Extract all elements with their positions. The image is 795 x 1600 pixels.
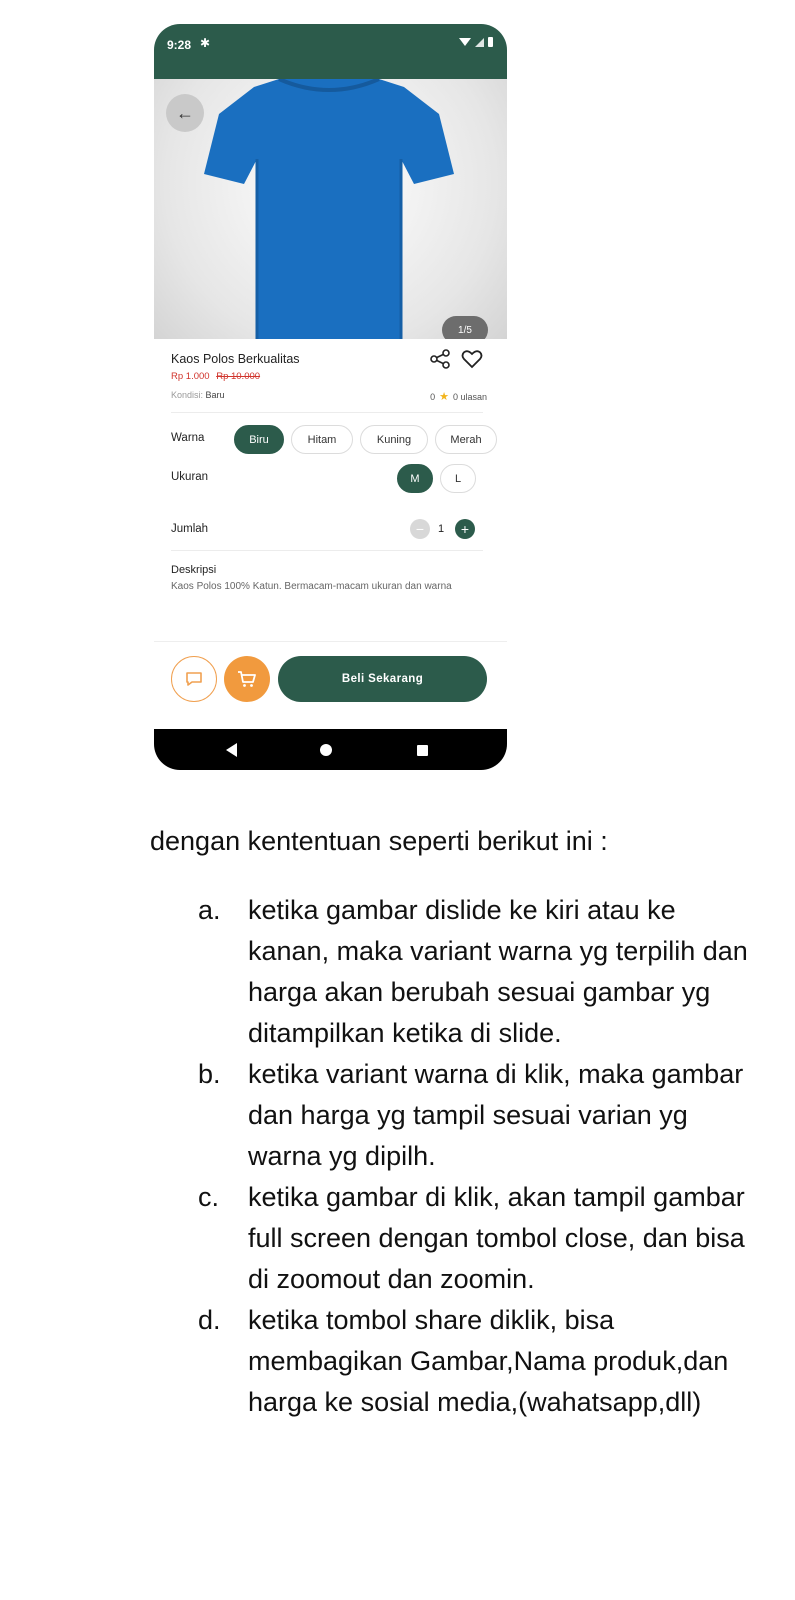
- divider: [171, 550, 483, 551]
- cart-icon: [238, 671, 256, 687]
- star-icon: ★: [439, 391, 449, 403]
- status-bar: 9:28 ✱: [154, 24, 507, 79]
- share-icon[interactable]: [430, 349, 450, 369]
- list-item: a. ketika gambar dislide ke kiri atau ke…: [198, 890, 758, 1054]
- color-chip-hitam[interactable]: Hitam: [291, 425, 353, 454]
- condition-value: Baru: [205, 390, 225, 400]
- status-icons: [459, 37, 493, 47]
- quantity-increase-button[interactable]: +: [455, 519, 475, 539]
- color-chip-biru[interactable]: Biru: [234, 425, 284, 454]
- size-chip-m[interactable]: M: [397, 464, 433, 493]
- list-text: ketika gambar di klik, akan tampil gamba…: [248, 1182, 745, 1294]
- list-marker: a.: [198, 895, 221, 925]
- rating-value: 0: [430, 391, 436, 402]
- phone-screen: 9:28 ✱ ← 1/5 Kaos Polos Berkualitas Rp 1…: [154, 24, 507, 770]
- rating-summary: 0 ★ 0 ulasan: [430, 390, 487, 403]
- list-marker: d.: [198, 1305, 221, 1335]
- nav-home-icon[interactable]: [320, 744, 332, 756]
- buy-now-button[interactable]: Beli Sekarang: [278, 656, 487, 702]
- signal-icon: [475, 37, 484, 47]
- size-chip-l[interactable]: L: [440, 464, 476, 493]
- color-chip-kuning[interactable]: Kuning: [360, 425, 428, 454]
- condition-label: Kondisi:: [171, 390, 204, 400]
- color-chip-merah[interactable]: Merah: [435, 425, 497, 454]
- divider: [171, 412, 483, 413]
- nav-back-icon[interactable]: [226, 743, 237, 757]
- action-bar: Beli Sekarang: [154, 641, 507, 716]
- quantity-label: Jumlah: [171, 523, 209, 535]
- product-name: Kaos Polos Berkualitas: [171, 352, 300, 366]
- color-label: Warna: [171, 432, 205, 444]
- list-marker: c.: [198, 1182, 220, 1212]
- list-marker: b.: [198, 1059, 221, 1089]
- back-arrow-icon: ←: [176, 102, 194, 123]
- wifi-icon: [459, 38, 471, 46]
- description-text: Kaos Polos 100% Katun. Bermacam-macam uk…: [171, 581, 452, 592]
- image-counter: 1/5: [442, 316, 488, 339]
- battery-icon: [488, 37, 493, 47]
- price-row: Rp 1.000 Rp 10.000: [171, 371, 260, 382]
- product-image-carousel[interactable]: ← 1/5: [154, 79, 507, 339]
- condition: Kondisi: Baru: [171, 390, 225, 400]
- price-current: Rp 1.000: [171, 371, 210, 382]
- price-original: Rp 10.000: [216, 371, 261, 382]
- review-count: 0 ulasan: [452, 391, 487, 402]
- chat-button[interactable]: [171, 656, 217, 702]
- quantity-decrease-button[interactable]: −: [410, 519, 430, 539]
- list-item: c. ketika gambar di klik, akan tampil ga…: [198, 1177, 758, 1300]
- list-text: ketika variant warna di klik, maka gamba…: [248, 1059, 744, 1171]
- list-text: ketika tombol share diklik, bisa membagi…: [248, 1305, 729, 1417]
- add-to-cart-button[interactable]: [224, 656, 270, 702]
- instructions-list: a. ketika gambar dislide ke kiri atau ke…: [198, 890, 758, 1423]
- chat-icon: [186, 672, 202, 686]
- android-nav-bar: [154, 729, 507, 770]
- instructions-title: dengan kententuan seperti berikut ini :: [150, 826, 608, 856]
- list-item: d. ketika tombol share diklik, bisa memb…: [198, 1300, 758, 1423]
- quantity-value: 1: [438, 523, 445, 535]
- product-image[interactable]: [199, 79, 459, 339]
- nav-recents-icon[interactable]: [417, 745, 428, 756]
- description-title: Deskripsi: [171, 564, 217, 576]
- back-button[interactable]: ←: [166, 94, 204, 132]
- heart-icon[interactable]: [461, 349, 483, 369]
- settings-icon: ✱: [200, 36, 211, 50]
- size-label: Ukuran: [171, 471, 209, 483]
- status-time: 9:28: [167, 38, 192, 52]
- list-text: ketika gambar dislide ke kiri atau ke ka…: [248, 895, 748, 1048]
- list-item: b. ketika variant warna di klik, maka ga…: [198, 1054, 758, 1177]
